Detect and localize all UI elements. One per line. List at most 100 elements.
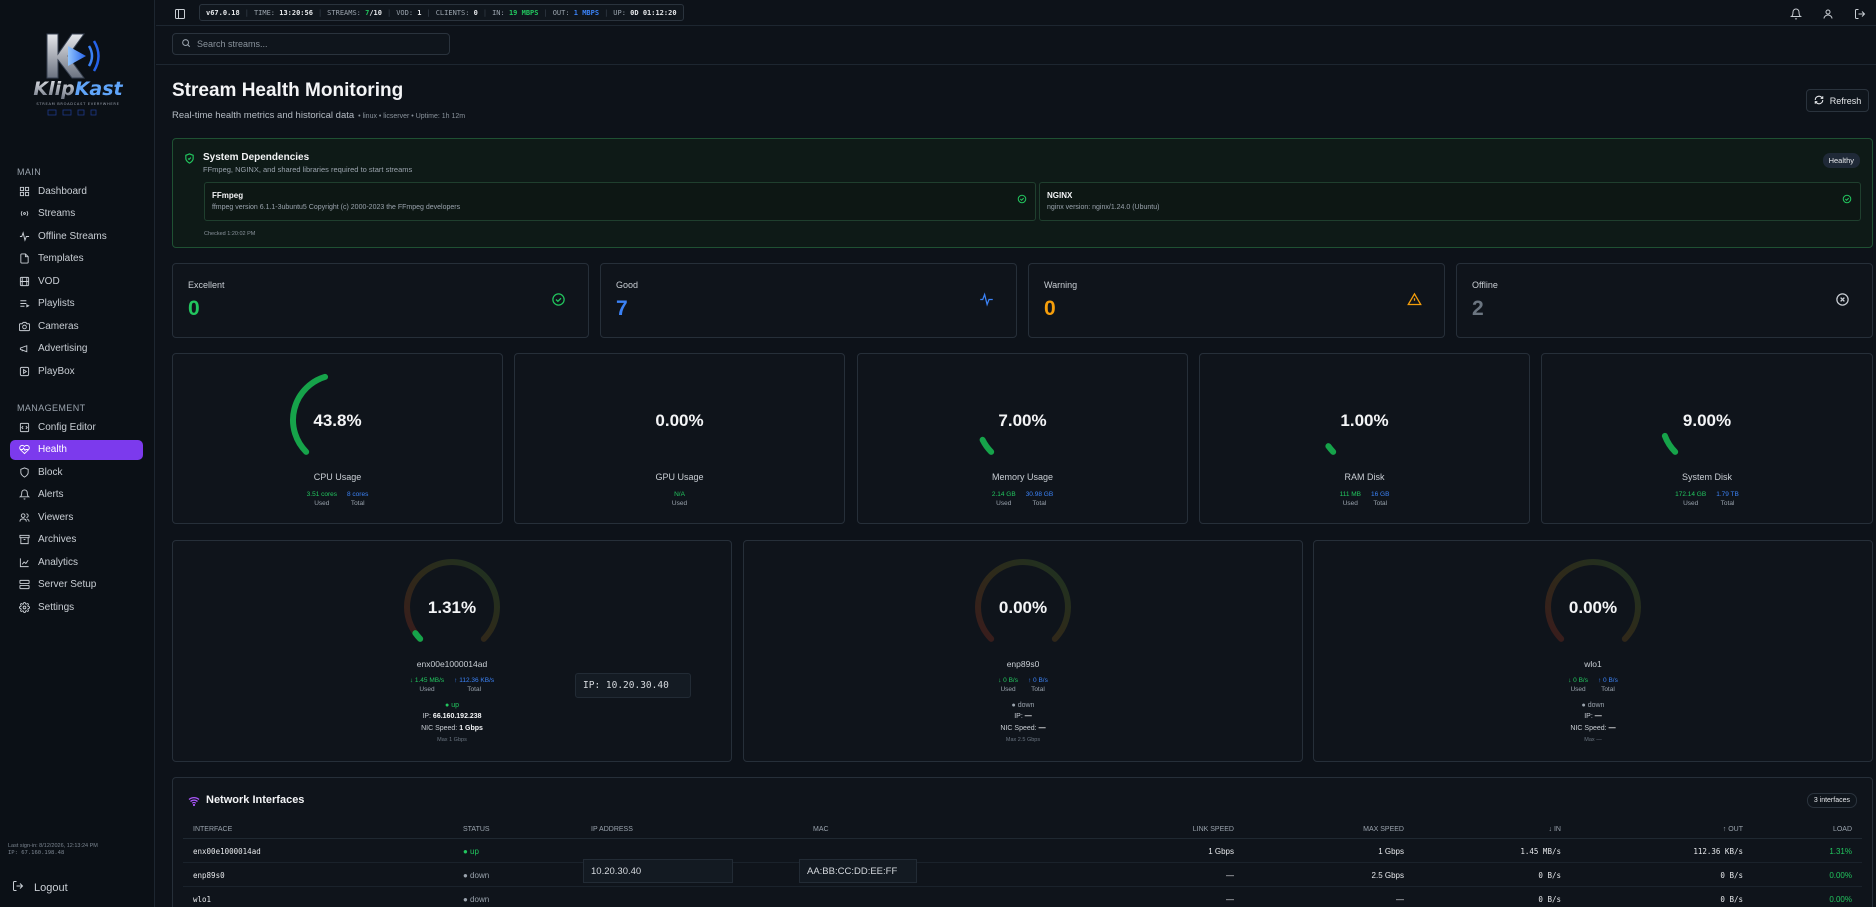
logout-button[interactable]: Logout bbox=[12, 880, 68, 895]
clients-label: CLIENTS: bbox=[435, 8, 470, 17]
column-header-max-speed[interactable]: MAX SPEED bbox=[1363, 826, 1404, 833]
status-card-excellent: Excellent 0 bbox=[172, 263, 589, 338]
gauge-label: Memory Usage bbox=[991, 472, 1054, 482]
heart-pulse-icon bbox=[18, 444, 30, 456]
gauge-value: 7.00% bbox=[998, 411, 1047, 430]
sidebar-item-advertising[interactable]: Advertising bbox=[10, 339, 143, 359]
table-row[interactable]: wlo1 ● down — — 0 B/s 0 B/s 0.00% bbox=[183, 888, 1862, 907]
sidebar-item-label: Settings bbox=[38, 601, 75, 613]
sidebar: KlipKast STREAM BROADCAST EVERYWHERE MAI… bbox=[0, 0, 155, 907]
column-header-load[interactable]: LOAD bbox=[1833, 826, 1852, 833]
sidebar-item-offline-streams[interactable]: Offline Streams bbox=[10, 226, 143, 246]
sidebar-item-label: Playlists bbox=[38, 298, 75, 309]
file-icon bbox=[18, 253, 30, 265]
nic-load-value: 0.00% bbox=[998, 598, 1048, 617]
x-circle-icon bbox=[1835, 292, 1850, 312]
table-row[interactable]: enx00e1000014ad ● up 1 Gbps 1 Gbps 1.45 … bbox=[183, 840, 1862, 863]
sidebar-item-block[interactable]: Block bbox=[10, 462, 143, 482]
nic-max-speed: Max 2.5 Gbps bbox=[1005, 737, 1041, 743]
gauge-value: 0.00% bbox=[655, 411, 704, 430]
nic-speed-label: NIC Speed: bbox=[1000, 725, 1037, 732]
klipkast-logo[interactable]: KlipKast STREAM BROADCAST EVERYWHERE bbox=[16, 28, 140, 124]
sidebar-item-templates[interactable]: Templates bbox=[10, 249, 143, 269]
radio-icon bbox=[18, 208, 30, 220]
sidebar-item-alerts[interactable]: Alerts bbox=[10, 485, 143, 505]
sidebar-item-label: Analytics bbox=[38, 556, 79, 568]
nic-card-enx00e1000014ad: 1.31% enx00e1000014ad ↓ 1.45 MB/s Used ↑ … bbox=[172, 540, 732, 762]
check-circle-icon bbox=[1842, 191, 1852, 209]
user-icon[interactable] bbox=[1822, 7, 1834, 19]
column-header-interface[interactable]: INTERFACE bbox=[193, 826, 232, 833]
cell-status: ● down bbox=[463, 895, 490, 904]
nic-ip: IP: 66.160.192.238 bbox=[173, 713, 731, 720]
nic-out-label: Total bbox=[1031, 686, 1045, 693]
sidebar-item-viewers[interactable]: Viewers bbox=[10, 507, 143, 527]
cell-link-speed: — bbox=[1226, 871, 1234, 880]
column-header-link-speed[interactable]: LINK SPEED bbox=[1193, 826, 1234, 833]
column-header-mac[interactable]: MAC bbox=[813, 826, 829, 833]
gauge-total-value: 1.79 TB bbox=[1716, 491, 1739, 498]
nic-speed-value: 1 Gbps bbox=[459, 725, 483, 732]
column-header-ip-address[interactable]: IP ADDRESS bbox=[591, 826, 633, 833]
chart-icon bbox=[18, 556, 30, 568]
up-value: 0D 01:12:20 bbox=[630, 8, 677, 17]
sidebar-item-archives[interactable]: Archives bbox=[10, 530, 143, 550]
status-label: Excellent bbox=[188, 280, 225, 290]
sidebar-item-playlists[interactable]: Playlists bbox=[10, 294, 143, 314]
column-header-status[interactable]: STATUS bbox=[463, 826, 490, 833]
gauge-card-memory: 7.00% Memory Usage 2.14 GB Used 30.98 GB T… bbox=[857, 353, 1188, 524]
dependency-nginx: NGINX nginx version: nginx/1.24.0 (Ubunt… bbox=[1039, 182, 1861, 221]
dependency-version: nginx version: nginx/1.24.0 (Ubuntu) bbox=[1047, 204, 1160, 211]
dependencies-checked-time: Checked 1:20:02 PM bbox=[204, 231, 256, 237]
sidebar-item-dashboard[interactable]: Dashboard bbox=[10, 181, 143, 201]
logout-icon[interactable] bbox=[1854, 7, 1866, 19]
refresh-button[interactable]: Refresh bbox=[1806, 89, 1869, 112]
nic-load-value: 0.00% bbox=[1568, 598, 1618, 617]
status-card-warning: Warning 0 bbox=[1028, 263, 1445, 338]
mac-address-overlay: AA:BB:CC:DD:EE:FF bbox=[799, 859, 917, 883]
sidebar-item-config-editor[interactable]: Config Editor bbox=[10, 417, 143, 437]
table-row[interactable]: enp89s0 ● down — 2.5 Gbps 0 B/s 0 B/s 0.… bbox=[183, 864, 1862, 887]
sidebar-item-label: Cameras bbox=[38, 320, 79, 332]
sidebar-item-server-setup[interactable]: Server Setup bbox=[10, 575, 143, 595]
sidebar-item-cameras[interactable]: Cameras bbox=[10, 316, 143, 336]
svg-text:KlipKast: KlipKast bbox=[33, 78, 123, 100]
search-input[interactable] bbox=[197, 39, 437, 49]
top-bar: v67.0.18 | TIME: 13:20:56 | STREAMS: 7/10 |… bbox=[156, 0, 1876, 26]
playlist-icon bbox=[18, 298, 30, 310]
column-header-out[interactable]: ↑ OUT bbox=[1723, 826, 1743, 833]
nic-stats: ↓ 0 B/s Used ↑ 0 B/s Total bbox=[1314, 676, 1872, 694]
gauge-stats: 3.51 cores Used 8 cores Total bbox=[173, 490, 502, 508]
page-subtitle: Real-time health metrics and historical … bbox=[172, 110, 465, 121]
page-title: Stream Health Monitoring bbox=[172, 80, 404, 101]
nic-state: ● down bbox=[1581, 702, 1605, 709]
gauge-label: System Disk bbox=[1681, 472, 1732, 482]
dependencies-subtitle: FFmpeg, NGINX, and shared libraries requ… bbox=[203, 165, 413, 174]
sidebar-item-analytics[interactable]: Analytics bbox=[10, 552, 143, 572]
nic-out-label: Total bbox=[1601, 686, 1615, 693]
sidebar-item-label: Block bbox=[38, 466, 63, 478]
sidebar-item-streams[interactable]: Streams bbox=[10, 204, 143, 224]
dependencies-title: System Dependencies bbox=[203, 152, 310, 163]
nic-in-label: Used bbox=[1570, 686, 1586, 693]
sidebar-item-playbox[interactable]: PlayBox bbox=[10, 361, 143, 381]
table-header-divider bbox=[183, 838, 1862, 839]
bell-icon[interactable] bbox=[1789, 7, 1803, 20]
out-value: 1 MBPS bbox=[573, 8, 600, 17]
sidebar-item-settings[interactable]: Settings bbox=[10, 597, 143, 617]
sidebar-item-health[interactable]: Health bbox=[10, 439, 143, 460]
status-value: 2 bbox=[1472, 297, 1484, 320]
nav-section-main: MAIN bbox=[17, 167, 42, 177]
refresh-icon bbox=[1814, 95, 1824, 107]
nic-max-speed: Max 1 Gbps bbox=[437, 737, 467, 743]
search-box[interactable] bbox=[172, 33, 450, 55]
sidebar-item-label: Advertising bbox=[38, 343, 88, 354]
nic-in-value: ↓ 0 B/s bbox=[998, 677, 1018, 684]
gauge-total-label: Total bbox=[1032, 500, 1047, 507]
sidebar-toggle-icon[interactable] bbox=[174, 7, 186, 19]
sidebar-item-vod[interactable]: VOD bbox=[10, 271, 143, 291]
nic-card-enp89s0: 0.00% enp89s0 ↓ 0 B/s Used ↑ 0 B/s Total ●… bbox=[743, 540, 1303, 762]
cell-max-speed: 2.5 Gbps bbox=[1371, 871, 1404, 880]
column-header-in[interactable]: ↓ IN bbox=[1549, 826, 1561, 833]
nic-card-wlo1: 0.00% wlo1 ↓ 0 B/s Used ↑ 0 B/s Total ● do… bbox=[1313, 540, 1873, 762]
